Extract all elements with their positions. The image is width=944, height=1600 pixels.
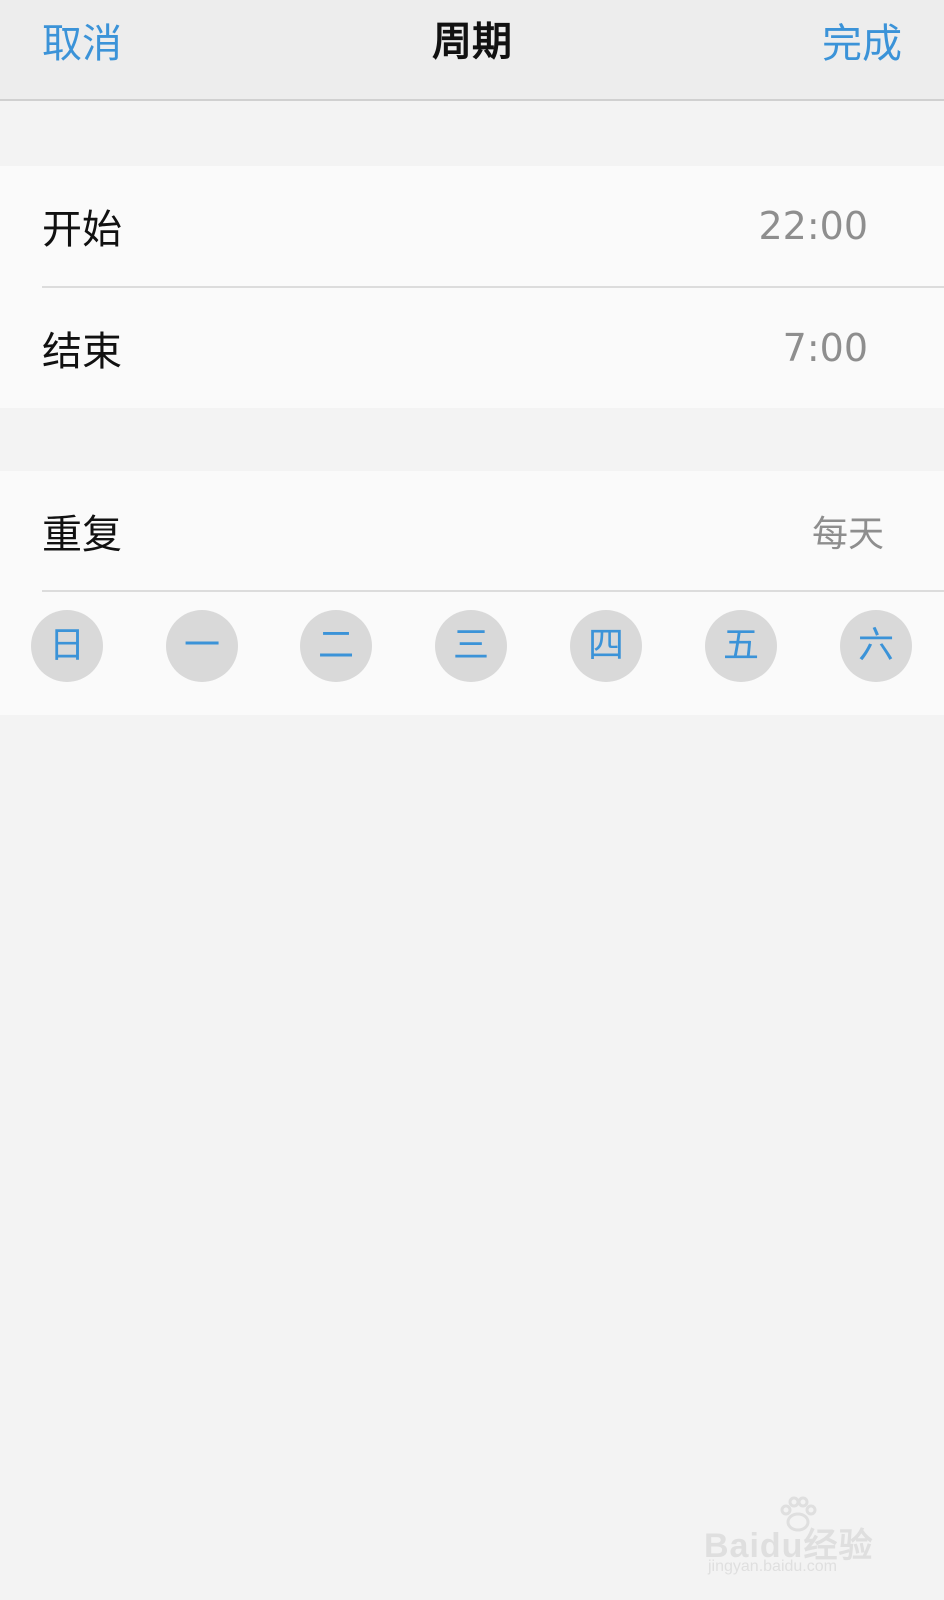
end-time-value: 7:00 bbox=[782, 326, 868, 370]
period-settings-screen: 取消 周期 完成 开始 22:00 结束 7:00 重复 每天 日 一 二 三 … bbox=[0, 0, 944, 1600]
repeat-group: 重复 每天 日 一 二 三 四 五 六 bbox=[0, 471, 944, 715]
navigation-bar: 取消 周期 完成 bbox=[0, 0, 944, 101]
day-toggle-thursday[interactable]: 四 bbox=[570, 610, 642, 682]
page-title: 周期 bbox=[432, 19, 512, 65]
done-button[interactable]: 完成 bbox=[822, 18, 902, 70]
start-time-row[interactable]: 开始 22:00 bbox=[0, 166, 944, 286]
day-toggle-tuesday[interactable]: 二 bbox=[300, 610, 372, 682]
start-time-label: 开始 bbox=[42, 207, 122, 253]
day-toggle-friday[interactable]: 五 bbox=[705, 610, 777, 682]
day-toggle-monday[interactable]: 一 bbox=[166, 610, 238, 682]
weekday-selector: 日 一 二 三 四 五 六 bbox=[0, 592, 944, 715]
start-time-value: 22:00 bbox=[758, 204, 868, 248]
day-toggle-wednesday[interactable]: 三 bbox=[435, 610, 507, 682]
repeat-row[interactable]: 重复 每天 bbox=[0, 471, 944, 591]
end-time-label: 结束 bbox=[42, 329, 122, 375]
time-range-group: 开始 22:00 结束 7:00 bbox=[0, 166, 944, 408]
day-toggle-saturday[interactable]: 六 bbox=[840, 610, 912, 682]
baidu-watermark: Baidu经验 jingyan.baidu.com bbox=[704, 1496, 884, 1580]
watermark-url: jingyan.baidu.com bbox=[708, 1558, 837, 1575]
day-toggle-sunday[interactable]: 日 bbox=[31, 610, 103, 682]
repeat-value: 每天 bbox=[811, 514, 884, 555]
repeat-label: 重复 bbox=[42, 512, 122, 558]
end-time-row[interactable]: 结束 7:00 bbox=[0, 288, 944, 408]
